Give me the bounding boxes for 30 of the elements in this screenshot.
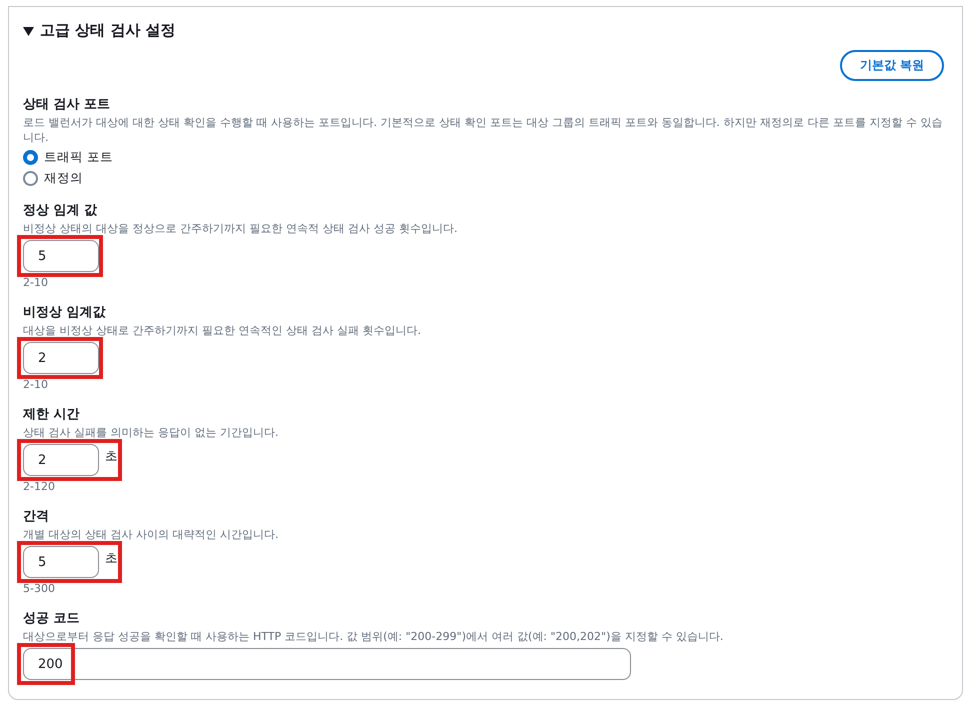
field-description: 대상으로부터 응답 성공을 확인할 때 사용하는 HTTP 코드입니다. 값 범위(예: "200-299")에서 여러 값(예: "200,202")을 지정할 수 있습니다. (23, 629, 724, 644)
field-label: 성공 코드 (23, 610, 81, 627)
field-label: 간격 (23, 508, 50, 525)
caret-down-icon[interactable] (23, 26, 34, 36)
field-description: 개별 대상의 상태 검사 사이의 대략적인 시간입니다. (23, 527, 280, 542)
field-label: 상태 검사 포트 (23, 96, 112, 113)
radio-label[interactable]: 트래픽 포트 (44, 149, 113, 166)
input-field[interactable]: 200 (23, 648, 631, 680)
field-description: 비정상 상태의 대상을 정상으로 간주하기까지 필요한 연속적 상태 검사 성공 횟수입니다. (23, 221, 458, 236)
radio-button[interactable] (23, 171, 38, 186)
field-label: 정상 임계 값 (23, 202, 98, 219)
radio-label[interactable]: 재정의 (44, 170, 83, 187)
field-description: 로드 밸런서가 대상에 대한 상태 확인을 수행할 때 사용하는 포트입니다. 기본적으로 상태 확인 포트는 대상 그룹의 트래픽 포트와 동일합니다. 하지만 재정의로 다른 포트를 지정할 수 있습니다. (23, 115, 944, 145)
input-field[interactable]: 5 (23, 546, 99, 578)
input-field[interactable]: 2 (23, 444, 99, 476)
input-field[interactable]: 5 (23, 240, 99, 272)
unit-label: 초 (105, 447, 118, 465)
input-field[interactable]: 2 (23, 342, 99, 374)
section-title: 고급 상태 검사 설정 (40, 21, 176, 40)
radio-button[interactable] (23, 150, 38, 165)
field-description: 상태 검사 실패를 의미하는 응답이 없는 기간입니다. (23, 425, 280, 440)
range-hint: 5-300 (23, 582, 56, 595)
field-label: 비정상 임계값 (23, 304, 107, 321)
reset-defaults-button[interactable]: 기본값 복원 (840, 50, 944, 81)
range-hint: 2-10 (23, 276, 49, 289)
field-description: 대상을 비정상 상태로 간주하기까지 필요한 연속적인 상태 검사 실패 횟수입니다. (23, 323, 422, 338)
field-label: 제한 시간 (23, 406, 81, 423)
unit-label: 초 (105, 549, 118, 567)
range-hint: 2-120 (23, 480, 56, 493)
range-hint: 2-10 (23, 378, 49, 391)
